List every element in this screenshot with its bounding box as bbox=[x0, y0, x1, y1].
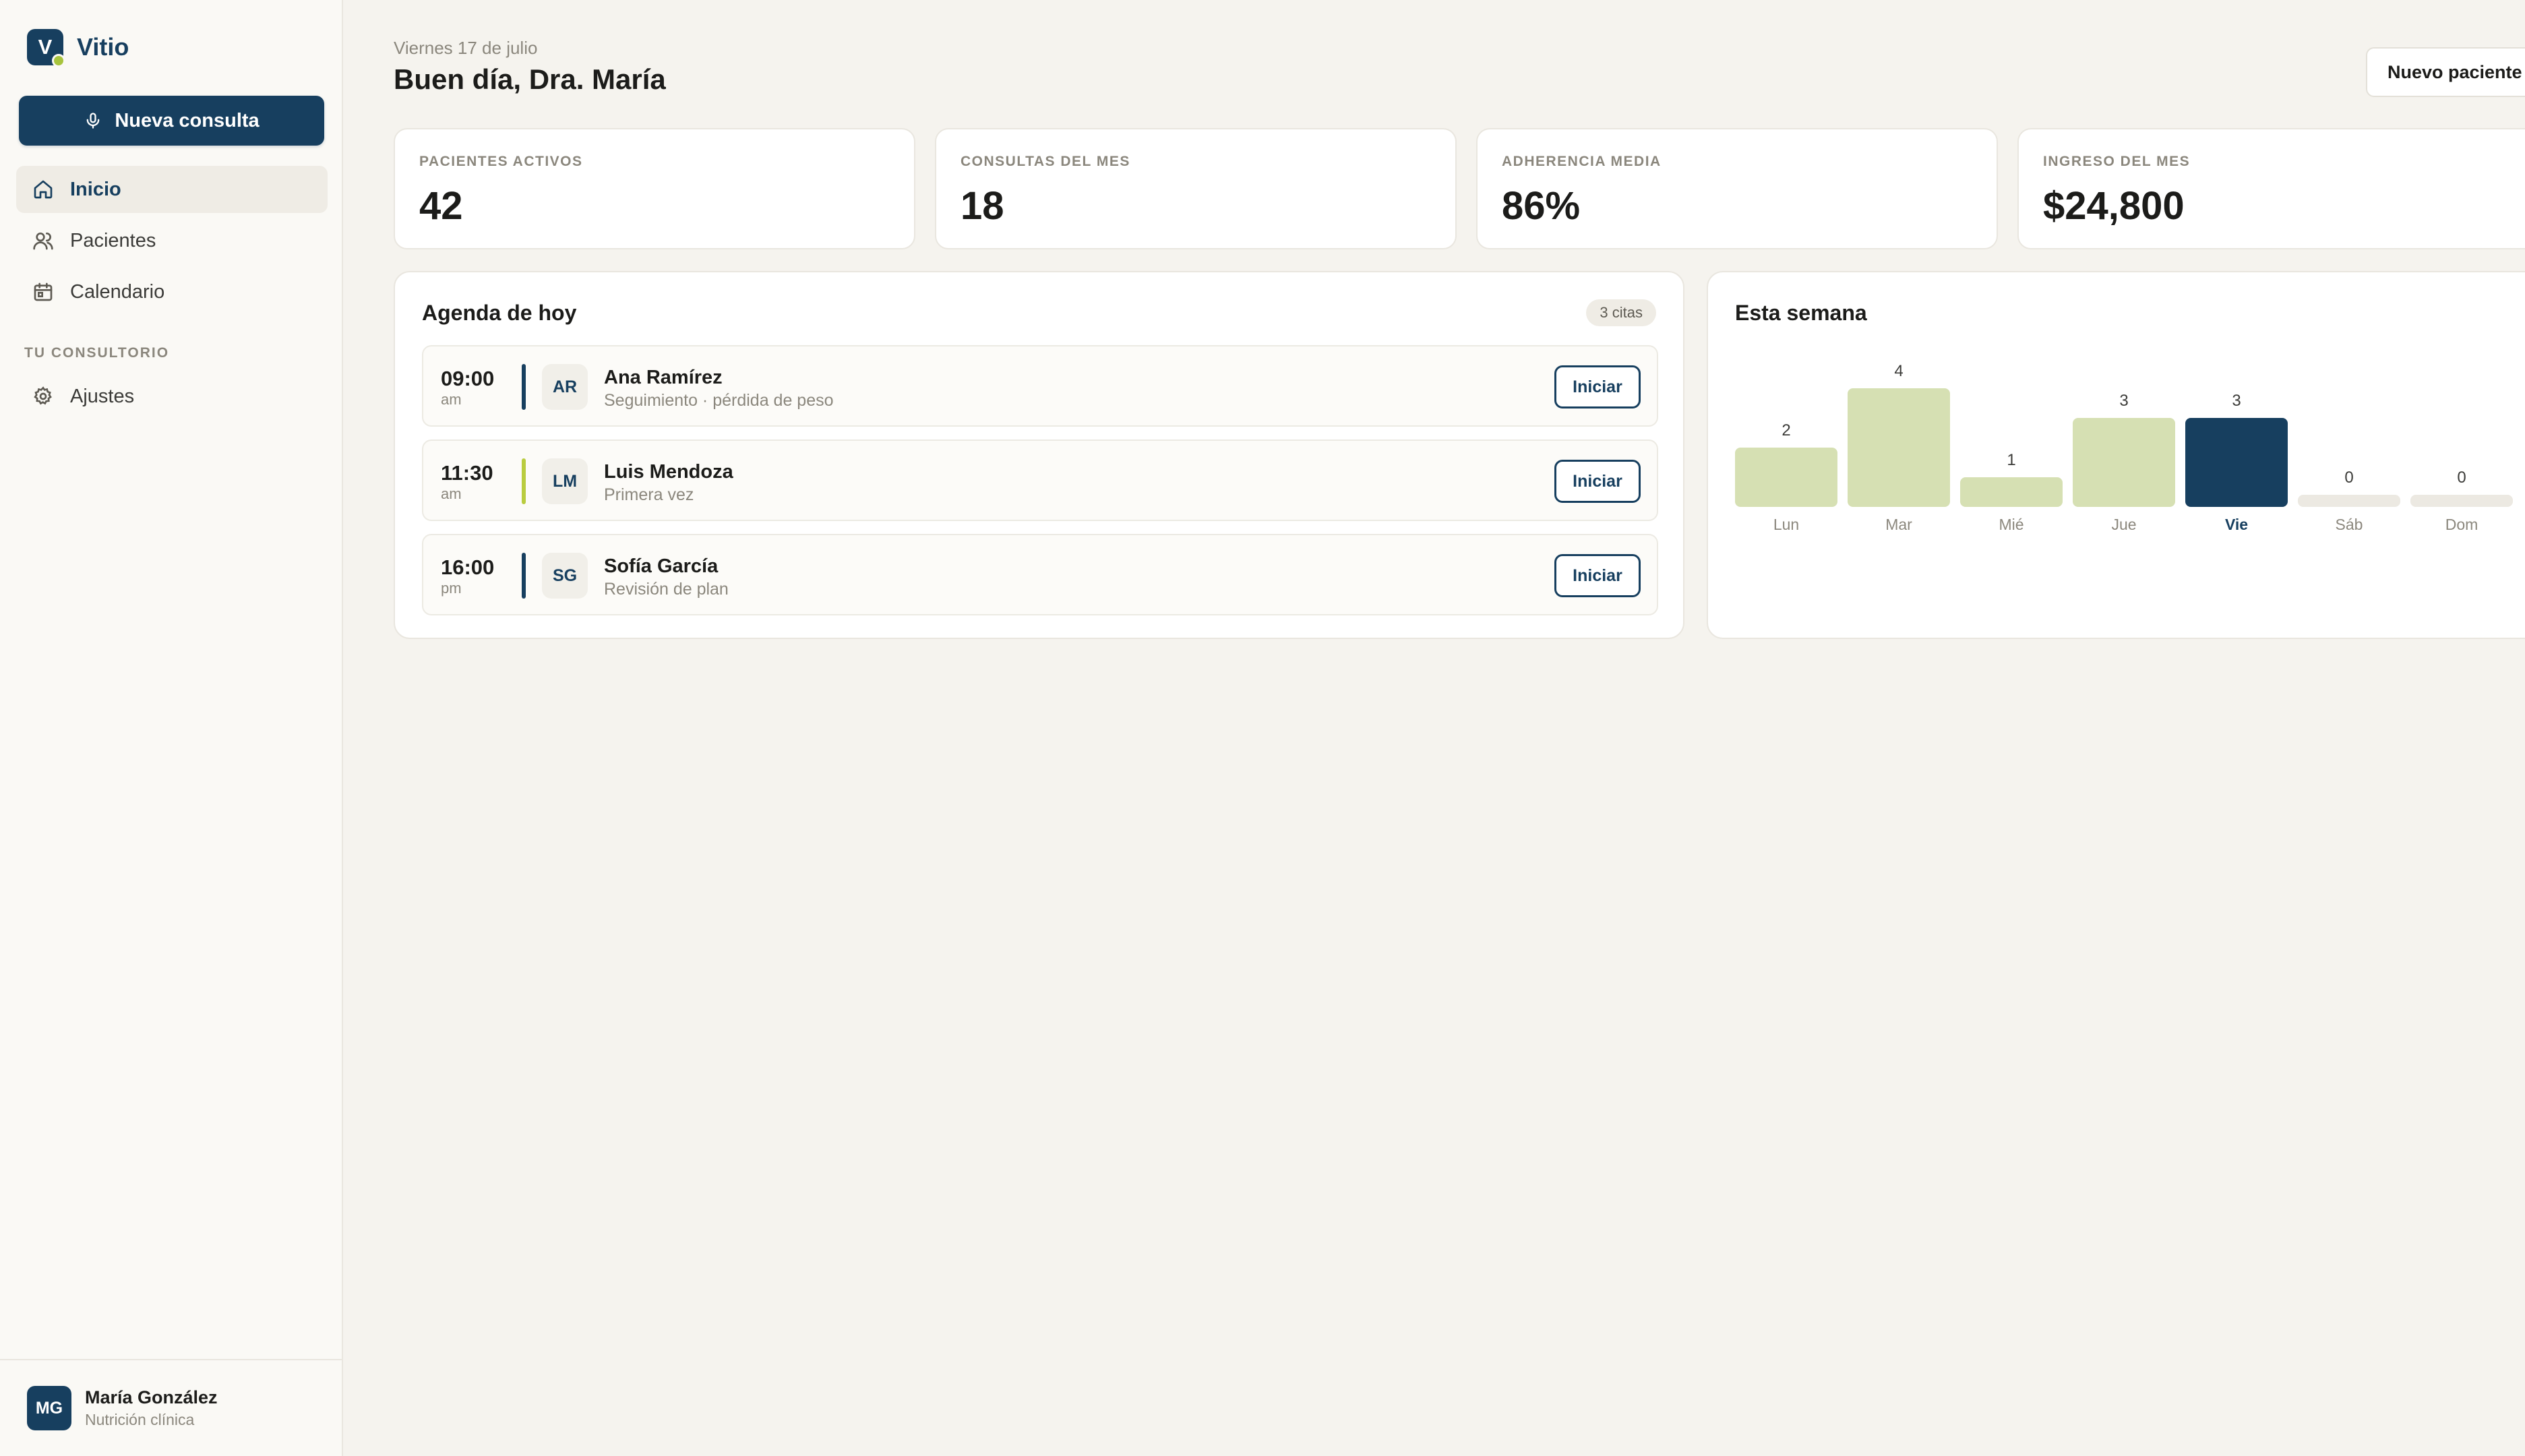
start-appointment-button[interactable]: Iniciar bbox=[1554, 460, 1641, 503]
appointment-accent-bar bbox=[522, 553, 526, 599]
user-meta: María González Nutrición clínica bbox=[85, 1387, 218, 1429]
x-tick-label: Dom bbox=[2445, 516, 2478, 533]
stat-label: INGRESO DEL MES bbox=[2043, 154, 2191, 169]
stat-value: 18 bbox=[961, 184, 1004, 228]
stat-label: CONSULTAS DEL MES bbox=[961, 154, 1130, 169]
appointment-ampm: am bbox=[441, 485, 462, 502]
home-icon bbox=[34, 180, 53, 199]
users-icon bbox=[33, 233, 53, 250]
x-tick-label: Vie bbox=[2225, 516, 2248, 533]
bar-lun bbox=[1735, 448, 1837, 507]
stat-card-pacientes: PACIENTES ACTIVOS 42 bbox=[394, 128, 915, 249]
stat-card-consultas: CONSULTAS DEL MES 18 bbox=[935, 128, 1457, 249]
bar-value-label: 3 bbox=[2232, 392, 2241, 410]
microphone-icon bbox=[86, 113, 100, 129]
bar-mié bbox=[1960, 477, 2063, 507]
nav-item-label: Ajustes bbox=[70, 385, 135, 407]
x-tick-label: Jue bbox=[2111, 516, 2136, 533]
brand[interactable]: V Vitio bbox=[27, 29, 129, 67]
patient-name: Ana Ramírez bbox=[604, 367, 723, 388]
x-tick-label: Mié bbox=[1999, 516, 2024, 533]
main-nav: Inicio Pacientes Calendario bbox=[16, 166, 328, 320]
bar-value-label: 4 bbox=[1894, 362, 1903, 380]
brand-logo: V bbox=[27, 29, 65, 67]
nav-item-ajustes[interactable]: Ajustes bbox=[16, 373, 328, 420]
start-appointment-button[interactable]: Iniciar bbox=[1554, 554, 1641, 597]
brand-name: Vitio bbox=[77, 33, 129, 61]
appointment-accent-bar bbox=[522, 458, 526, 504]
status-dot bbox=[52, 54, 65, 67]
bar-value-label: 0 bbox=[2344, 468, 2353, 487]
agenda-title: Agenda de hoy bbox=[422, 301, 577, 325]
agenda-card: Agenda de hoy 3 citas 09:00 am AR Ana Ra… bbox=[394, 271, 1684, 639]
bar-value-label: 1 bbox=[2007, 451, 2015, 469]
user-name: María González bbox=[85, 1387, 218, 1407]
patient-initials: AR bbox=[542, 364, 588, 410]
page-title: Buen día, Dra. María bbox=[394, 63, 666, 95]
appointment-ampm: am bbox=[441, 391, 462, 408]
appointment-description: Seguimiento · pérdida de peso bbox=[604, 391, 834, 410]
new-patient-button[interactable]: Nuevo paciente bbox=[2366, 47, 2525, 97]
bar-dom bbox=[2410, 495, 2513, 507]
bar-jue bbox=[2073, 418, 2175, 507]
stat-label: ADHERENCIA MEDIA bbox=[1502, 154, 1662, 169]
patient-name: Sofía García bbox=[604, 555, 719, 577]
current-date: Viernes 17 de julio bbox=[394, 38, 538, 58]
stat-value: $24,800 bbox=[2043, 184, 2185, 228]
new-consult-label: Nueva consulta bbox=[115, 109, 260, 131]
nav-item-calendario[interactable]: Calendario bbox=[16, 268, 328, 315]
stat-card-adherencia: ADHERENCIA MEDIA 86% bbox=[1476, 128, 1998, 249]
nav-item-label: Inicio bbox=[70, 178, 121, 200]
appointment-ampm: pm bbox=[441, 580, 462, 597]
user-role: Nutrición clínica bbox=[85, 1411, 195, 1428]
appointment-row[interactable]: 09:00 am AR Ana Ramírez Seguimiento · pé… bbox=[422, 345, 1658, 427]
appointment-description: Revisión de plan bbox=[604, 580, 729, 599]
bar-mar bbox=[1848, 388, 1950, 507]
sidebar: V Vitio Nueva consulta Inicio Pacientes bbox=[0, 0, 343, 1456]
appointment-time: 11:30 bbox=[441, 461, 493, 485]
new-consult-button[interactable]: Nueva consulta bbox=[19, 96, 324, 146]
nav-item-pacientes[interactable]: Pacientes bbox=[16, 217, 328, 264]
appointment-accent-bar bbox=[522, 364, 526, 410]
patient-initials: SG bbox=[542, 553, 588, 599]
appointment-count-badge: 3 citas bbox=[1586, 299, 1656, 326]
patient-name: Luis Mendoza bbox=[604, 461, 733, 483]
stat-value: 86% bbox=[1502, 184, 1581, 228]
appointment-row[interactable]: 16:00 pm SG Sofía García Revisión de pla… bbox=[422, 534, 1658, 615]
x-tick-label: Sáb bbox=[2336, 516, 2363, 533]
x-tick-label: Lun bbox=[1773, 516, 1799, 533]
bar-sáb bbox=[2298, 495, 2400, 507]
appointment-row[interactable]: 11:30 am LM Luis Mendoza Primera vez Ini… bbox=[422, 439, 1658, 521]
appointment-time: 09:00 bbox=[441, 367, 495, 390]
avatar: MG bbox=[27, 1386, 71, 1430]
appointment-time: 16:00 bbox=[441, 555, 495, 579]
week-card: Esta semana 2 Lun 4 Mar 1 Mié 3 Jue 3 Vie 0 Sáb 0 Dom bbox=[1707, 271, 2525, 639]
start-appointment-button[interactable]: Iniciar bbox=[1554, 365, 1641, 408]
calendar-icon bbox=[34, 282, 53, 301]
bar-value-label: 3 bbox=[2119, 392, 2128, 410]
stat-card-ingreso: INGRESO DEL MES $24,800 bbox=[2017, 128, 2525, 249]
bar-value-label: 0 bbox=[2457, 468, 2466, 487]
bar-value-label: 2 bbox=[1782, 421, 1790, 439]
patient-initials: LM bbox=[542, 458, 588, 504]
bar-vie bbox=[2185, 418, 2288, 507]
user-profile[interactable]: MG María González Nutrición clínica bbox=[0, 1359, 342, 1456]
appointment-description: Primera vez bbox=[604, 485, 694, 504]
nav-item-label: Calendario bbox=[70, 280, 165, 303]
x-tick-label: Mar bbox=[1885, 516, 1912, 533]
brand-logo-letter: V bbox=[38, 35, 53, 59]
stat-label: PACIENTES ACTIVOS bbox=[419, 154, 583, 169]
settings-nav: Ajustes bbox=[16, 373, 328, 424]
app-root: V Vitio Nueva consulta Inicio Pacientes bbox=[0, 0, 2525, 1456]
section-label: TU CONSULTORIO bbox=[24, 345, 170, 361]
gear-icon bbox=[34, 386, 52, 405]
nav-item-label: Pacientes bbox=[70, 229, 156, 251]
nav-item-inicio[interactable]: Inicio bbox=[16, 166, 328, 213]
week-bar-chart: 2 Lun 4 Mar 1 Mié 3 Jue 3 Vie 0 Sáb 0 Dom bbox=[1735, 362, 2513, 533]
stat-value: 42 bbox=[419, 184, 463, 228]
